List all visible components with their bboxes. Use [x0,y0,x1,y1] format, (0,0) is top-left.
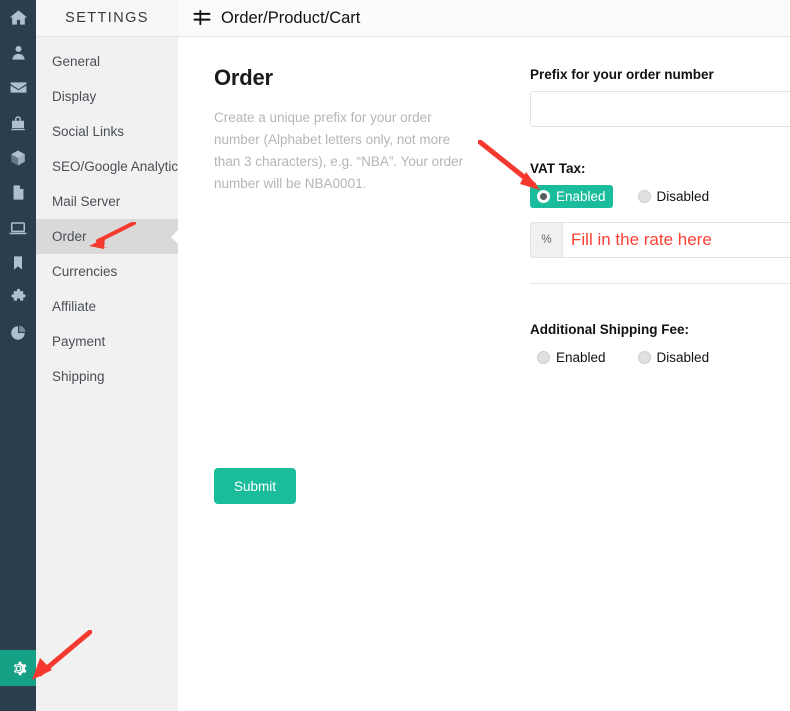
icon-rail [0,0,36,711]
percent-addon-icon: % [530,222,562,258]
vat-tax-radio-group: Enabled Disabled [530,185,790,208]
radio-selected-icon [537,190,550,203]
sidebar-item-display[interactable]: Display [36,79,178,114]
mail-icon[interactable] [0,70,36,105]
shipping-fee-disabled-label: Disabled [656,350,710,365]
shipping-fee-block: Additional Shipping Fee: Enabled Disable… [530,322,790,369]
topbar: Order/Product/Cart [178,0,790,37]
vat-rate-input-group: % [530,222,790,258]
sidebar-item-social-links[interactable]: Social Links [36,114,178,149]
box-icon[interactable] [0,140,36,175]
breadcrumb: Order/Product/Cart [221,8,361,27]
sidebar-item-payment[interactable]: Payment [36,324,178,359]
vat-tax-enabled-option[interactable]: Enabled [530,185,613,208]
puzzle-icon[interactable] [0,280,36,315]
section-description: Create a unique prefix for your order nu… [214,110,464,191]
sidebar-item-shipping[interactable]: Shipping [36,359,178,394]
file-icon[interactable] [0,175,36,210]
page-title: Order [214,65,273,90]
sidebar-item-currencies[interactable]: Currencies [36,254,178,289]
prefix-input[interactable] [530,91,790,127]
settings-page: SETTINGS General Display Social Links SE… [0,0,790,711]
radio-unselected-icon [537,351,550,364]
shipping-fee-enabled-label: Enabled [556,350,606,365]
shipping-fee-disabled-option[interactable]: Disabled [631,346,717,369]
laptop-icon[interactable] [0,210,36,245]
submit-button[interactable]: Submit [214,468,296,504]
bag-icon[interactable] [0,105,36,140]
content-area: Order Create a unique prefix for your or… [178,37,790,711]
home-icon[interactable] [0,0,36,35]
shipping-fee-label: Additional Shipping Fee: [530,322,689,337]
description-column: Order Create a unique prefix for your or… [214,65,464,195]
radio-unselected-icon [637,351,651,364]
shipping-fee-enabled-option[interactable]: Enabled [530,346,613,369]
prefix-label: Prefix for your order number [530,67,714,82]
sidebar-item-general[interactable]: General [36,44,178,79]
pie-chart-icon[interactable] [0,315,36,350]
settings-sidebar-title: SETTINGS [36,0,178,37]
settings-form: Prefix for your order number VAT Tax: En… [530,67,790,369]
sidebar-item-mail-server[interactable]: Mail Server [36,184,178,219]
vat-tax-disabled-option[interactable]: Disabled [631,185,717,208]
sidebar-item-order[interactable]: Order [36,219,178,254]
settings-menu: General Display Social Links SEO/Google … [36,37,178,394]
sidebar-item-seo-google-analytic[interactable]: SEO/Google Analytic [36,149,178,184]
vat-tax-label: VAT Tax: [530,161,586,176]
shipping-fee-radio-group: Enabled Disabled [530,346,790,369]
vat-tax-enabled-label: Enabled [556,189,606,204]
gear-icon[interactable] [0,650,36,686]
vat-rate-input[interactable] [562,222,790,258]
sidebar-item-affiliate[interactable]: Affiliate [36,289,178,324]
radio-unselected-icon [637,190,651,203]
user-icon[interactable] [0,35,36,70]
vat-tax-disabled-label: Disabled [656,189,710,204]
form-divider [530,283,790,284]
sliders-icon [192,8,212,28]
settings-sidebar: SETTINGS General Display Social Links SE… [36,0,178,711]
bookmark-icon[interactable] [0,245,36,280]
